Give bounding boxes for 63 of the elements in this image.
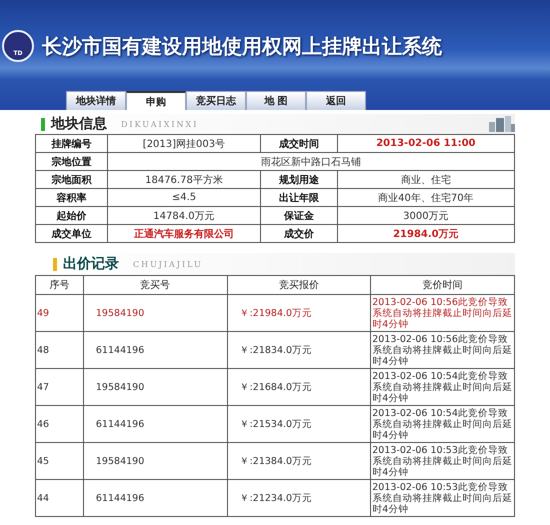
table-cell: 2013-02-06 10:54此竞价导致系统自动将挂牌截止时间向后延时4分钟 — [370, 368, 514, 406]
table-cell: ￥:21684.0万元 — [227, 368, 371, 406]
field-value: [2013]网挂003号 — [107, 134, 261, 152]
field-value: 3000万元 — [337, 206, 514, 224]
field-value: 商业40年、住宅70年 — [337, 188, 514, 206]
bar-icon — [41, 118, 45, 130]
buildings-icon — [489, 116, 515, 132]
table-cell: 61144196 — [83, 480, 228, 516]
table-cell: 49 — [36, 294, 84, 332]
table-cell: 2013-02-06 10:53此竞价导致系统自动将挂牌截止时间向后延时4分钟 — [370, 442, 514, 480]
nav-tab[interactable]: 申购 — [126, 91, 186, 110]
table-cell: 61144196 — [83, 406, 228, 442]
site-title: 长沙市国有建设用地使用权网上挂牌出让系统 — [42, 32, 442, 60]
field-label: 成交时间 — [260, 134, 338, 152]
table-cell: 2013-02-06 10:56此竞价导致系统自动将挂牌截止时间向后延时4分钟 — [370, 332, 514, 368]
bar-icon — [53, 258, 57, 270]
nav-tab[interactable]: 竞买日志 — [186, 91, 246, 110]
field-label: 挂牌编号 — [36, 134, 108, 152]
section-title: 出价记录 — [63, 255, 119, 273]
section-subtitle: DIKUAIXINXI — [121, 120, 198, 128]
table-cell: 19584190 — [83, 294, 228, 332]
field-value: 雨花区新中路口石马铺 — [107, 152, 514, 170]
table-cell: ￥:21834.0万元 — [227, 332, 371, 368]
field-label: 出让年限 — [260, 188, 338, 206]
column-header: 竞买报价 — [227, 276, 371, 294]
field-label: 宗地面积 — [36, 170, 108, 188]
field-label: 宗地位置 — [36, 152, 108, 170]
field-value: 14784.0万元 — [107, 206, 261, 224]
field-value: ≤4.5 — [107, 188, 261, 206]
field-value: 2013-02-06 11:00 — [337, 134, 514, 152]
column-header: 竞价时间 — [370, 276, 514, 294]
table-cell: 61144196 — [83, 332, 228, 368]
table-cell: 46 — [36, 406, 84, 442]
field-label: 容积率 — [36, 188, 108, 206]
table-cell: 47 — [36, 368, 84, 406]
field-value: 正通汽车服务有限公司 — [107, 224, 261, 242]
table-cell: 19584190 — [83, 442, 228, 480]
field-value: 商业、住宅 — [337, 170, 514, 188]
table-cell: ￥:21384.0万元 — [227, 442, 371, 480]
nav-tab[interactable]: 返回 — [306, 91, 366, 110]
field-label: 规划用途 — [260, 170, 338, 188]
column-header: 竞买号 — [83, 276, 228, 294]
nav-tab[interactable]: 地块详情 — [66, 91, 126, 110]
field-label: 保证金 — [260, 206, 338, 224]
table-cell: 2013-02-06 10:54此竞价导致系统自动将挂牌截止时间向后延时4分钟 — [370, 406, 514, 442]
column-header: 序号 — [36, 276, 84, 294]
section-title: 地块信息 — [51, 115, 107, 133]
field-label: 成交单位 — [36, 224, 108, 242]
field-label: 成交价 — [260, 224, 338, 242]
field-label: 起始价 — [36, 206, 108, 224]
table-cell: ￥:21234.0万元 — [227, 480, 371, 516]
field-value: 21984.0万元 — [337, 224, 514, 242]
section-subtitle: CHUJIAJILU — [133, 260, 203, 268]
table-cell: ￥:21984.0万元 — [227, 294, 371, 332]
table-cell: ￥:21534.0万元 — [227, 406, 371, 442]
table-cell: 45 — [36, 442, 84, 480]
field-value: 18476.78平方米 — [107, 170, 261, 188]
table-cell: 44 — [36, 480, 84, 516]
table-cell: 19584190 — [83, 368, 228, 406]
table-cell: 2013-02-06 10:53此竞价导致系统自动将挂牌截止时间向后延时4分钟 — [370, 480, 514, 516]
nav-tab[interactable]: 地 图 — [246, 91, 306, 110]
table-cell: 48 — [36, 332, 84, 368]
table-cell: 2013-02-06 10:56此竞价导致系统自动将挂牌截止时间向后延时4分钟 — [370, 294, 514, 332]
